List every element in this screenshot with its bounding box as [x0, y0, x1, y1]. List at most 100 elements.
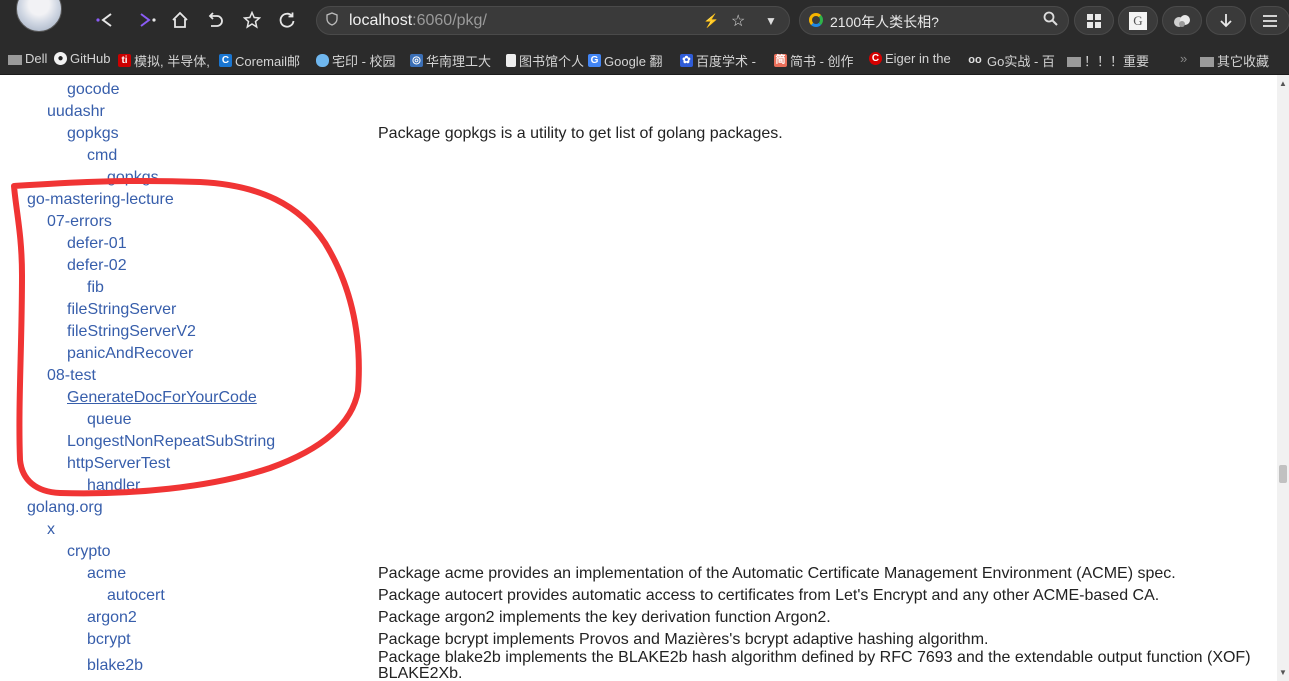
search-icon[interactable] — [1043, 11, 1058, 30]
bookmark-item[interactable]: 简简书 - 创作 — [774, 51, 854, 70]
package-link[interactable]: httpServerTest — [67, 453, 170, 475]
package-link[interactable]: cmd — [87, 145, 117, 167]
bookmark-item[interactable]: ✿ 百度学术 - — [680, 51, 756, 70]
menu-icon[interactable] — [1250, 6, 1289, 35]
bookmark-item[interactable]: ◎ 华南理工大 — [410, 51, 491, 70]
bookmark-label: ！！！重要 — [1084, 54, 1150, 69]
star-icon[interactable]: ☆ — [731, 11, 745, 31]
bookmark-item[interactable]: 图书馆个人 — [506, 51, 584, 70]
extension-cloud-icon[interactable] — [1162, 6, 1202, 35]
bookmark-item[interactable]: ti 模拟, 半导体, — [118, 51, 210, 70]
undo-icon[interactable] — [203, 7, 227, 33]
back-icon[interactable] — [92, 7, 118, 33]
package-link[interactable]: gocode — [67, 79, 120, 101]
scrollbar-thumb[interactable] — [1279, 465, 1287, 483]
package-row: acme Package acme provides an implementat… — [0, 563, 1277, 585]
url-path: :6060/pkg/ — [412, 12, 487, 29]
google-translate-icon: G — [588, 54, 601, 67]
package-link[interactable]: go-mastering-lecture — [27, 189, 174, 211]
package-link[interactable]: LongestNonRepeatSubString — [67, 431, 275, 453]
bookmark-label: Eiger in the — [885, 51, 951, 66]
package-row: x — [0, 519, 1277, 541]
package-link[interactable]: fileStringServer — [67, 299, 176, 321]
bookmark-label: 宅印 - 校园 — [332, 54, 396, 69]
package-link[interactable]: crypto — [67, 541, 111, 563]
bookmark-label: Coremail邮 — [235, 54, 301, 69]
package-link[interactable]: blake2b — [87, 655, 143, 677]
bookmark-item[interactable]: C Eiger in the — [869, 51, 951, 66]
search-bar[interactable]: 2100年人类长相? — [799, 6, 1069, 35]
package-row: blake2b Package blake2b implements the BL… — [0, 647, 1277, 681]
package-synopsis: Package blake2b implements the BLAKE2b h… — [378, 649, 1251, 666]
scroll-down-arrow-icon[interactable]: ▼ — [1279, 668, 1287, 677]
search-engine-icon[interactable] — [809, 13, 823, 27]
package-link[interactable]: defer-02 — [67, 255, 127, 277]
search-query[interactable]: 2100年人类长相? — [830, 12, 939, 32]
package-row: defer-01 — [0, 233, 1277, 255]
scroll-up-arrow-icon[interactable]: ▲ — [1279, 79, 1287, 88]
package-link[interactable]: autocert — [107, 585, 165, 607]
folder-icon — [8, 54, 22, 65]
apps-grid-icon[interactable] — [1074, 6, 1114, 35]
package-row: autocert Package autocert provides automa… — [0, 585, 1277, 607]
bookmark-item[interactable]: Dell — [8, 51, 47, 66]
bookmark-item[interactable]: 其它收藏 — [1200, 51, 1269, 70]
package-row: uudashr — [0, 101, 1277, 123]
package-link[interactable]: gopkgs — [67, 123, 119, 145]
lightning-icon[interactable]: ⚡ — [703, 13, 719, 29]
package-row: argon2 Package argon2 implements the key … — [0, 607, 1277, 629]
package-link[interactable]: 08-test — [47, 365, 96, 387]
profile-avatar[interactable] — [16, 0, 62, 32]
package-row: golang.org — [0, 497, 1277, 519]
package-link[interactable]: fileStringServerV2 — [67, 321, 196, 343]
reload-icon[interactable] — [275, 7, 299, 33]
package-row: handler — [0, 475, 1277, 497]
bookmark-item[interactable]: G Google 翻 — [588, 51, 663, 70]
bookmark-item[interactable]: 宅印 - 校园 — [316, 51, 396, 70]
package-row: 08-test — [0, 365, 1277, 387]
bookmarks-overflow-icon[interactable]: » — [1180, 51, 1187, 66]
package-synopsis: Package autocert provides automatic acce… — [378, 587, 1160, 604]
package-link[interactable]: gopkgs — [107, 167, 159, 189]
package-link[interactable]: fib — [87, 277, 104, 299]
package-link[interactable]: argon2 — [87, 607, 137, 629]
page-scrollbar[interactable]: ▲ ▼ — [1277, 75, 1289, 681]
package-row: httpServerTest — [0, 453, 1277, 475]
forward-icon[interactable] — [134, 7, 160, 33]
package-link[interactable]: uudashr — [47, 101, 105, 123]
url-text[interactable]: localhost:6060/pkg/ — [349, 12, 487, 30]
bookmark-star-icon[interactable] — [240, 7, 264, 33]
package-row: GenerateDocForYourCode — [0, 387, 1277, 409]
package-row: cmd — [0, 145, 1277, 167]
download-icon[interactable] — [1206, 6, 1246, 35]
package-link[interactable]: queue — [87, 409, 132, 431]
address-bar[interactable]: localhost:6060/pkg/ ⚡ ☆ ▼ — [316, 6, 790, 35]
bookmark-label: 图书馆个人 — [519, 54, 585, 69]
bookmark-label: 其它收藏 — [1217, 54, 1270, 69]
package-synopsis: Package argon2 implements the key deriva… — [378, 609, 831, 626]
package-link[interactable]: x — [47, 519, 55, 541]
package-row: go-mastering-lecture — [0, 189, 1277, 211]
url-host: localhost — [349, 12, 413, 29]
package-link[interactable]: panicAndRecover — [67, 343, 193, 365]
bookmark-label: Dell — [25, 51, 48, 66]
package-link[interactable]: golang.org — [27, 497, 103, 519]
package-row: LongestNonRepeatSubString — [0, 431, 1277, 453]
bookmark-label: 模拟, 半导体, — [134, 54, 210, 69]
document-icon — [506, 54, 516, 67]
bookmark-label: 华南理工大 — [426, 54, 492, 69]
bookmark-item[interactable]: ！！！重要 — [1067, 51, 1149, 70]
home-icon[interactable] — [168, 7, 192, 33]
bookmark-item[interactable]: C Coremail邮 — [219, 51, 300, 70]
package-link[interactable]: 07-errors — [47, 211, 112, 233]
bookmark-item[interactable]: ● GitHub — [54, 51, 110, 66]
package-link[interactable]: defer-01 — [67, 233, 127, 255]
bookmark-label: 百度学术 - — [696, 54, 756, 69]
bookmark-item[interactable]: oo Go实战 - 百 — [966, 51, 1055, 70]
package-link[interactable]: handler — [87, 475, 140, 497]
dropdown-arrow-icon[interactable]: ▼ — [765, 14, 777, 28]
github-icon: ● — [54, 52, 67, 65]
package-link[interactable]: GenerateDocForYourCode — [67, 387, 257, 409]
extension-g-icon[interactable]: G — [1118, 6, 1158, 35]
package-link[interactable]: acme — [87, 563, 126, 585]
